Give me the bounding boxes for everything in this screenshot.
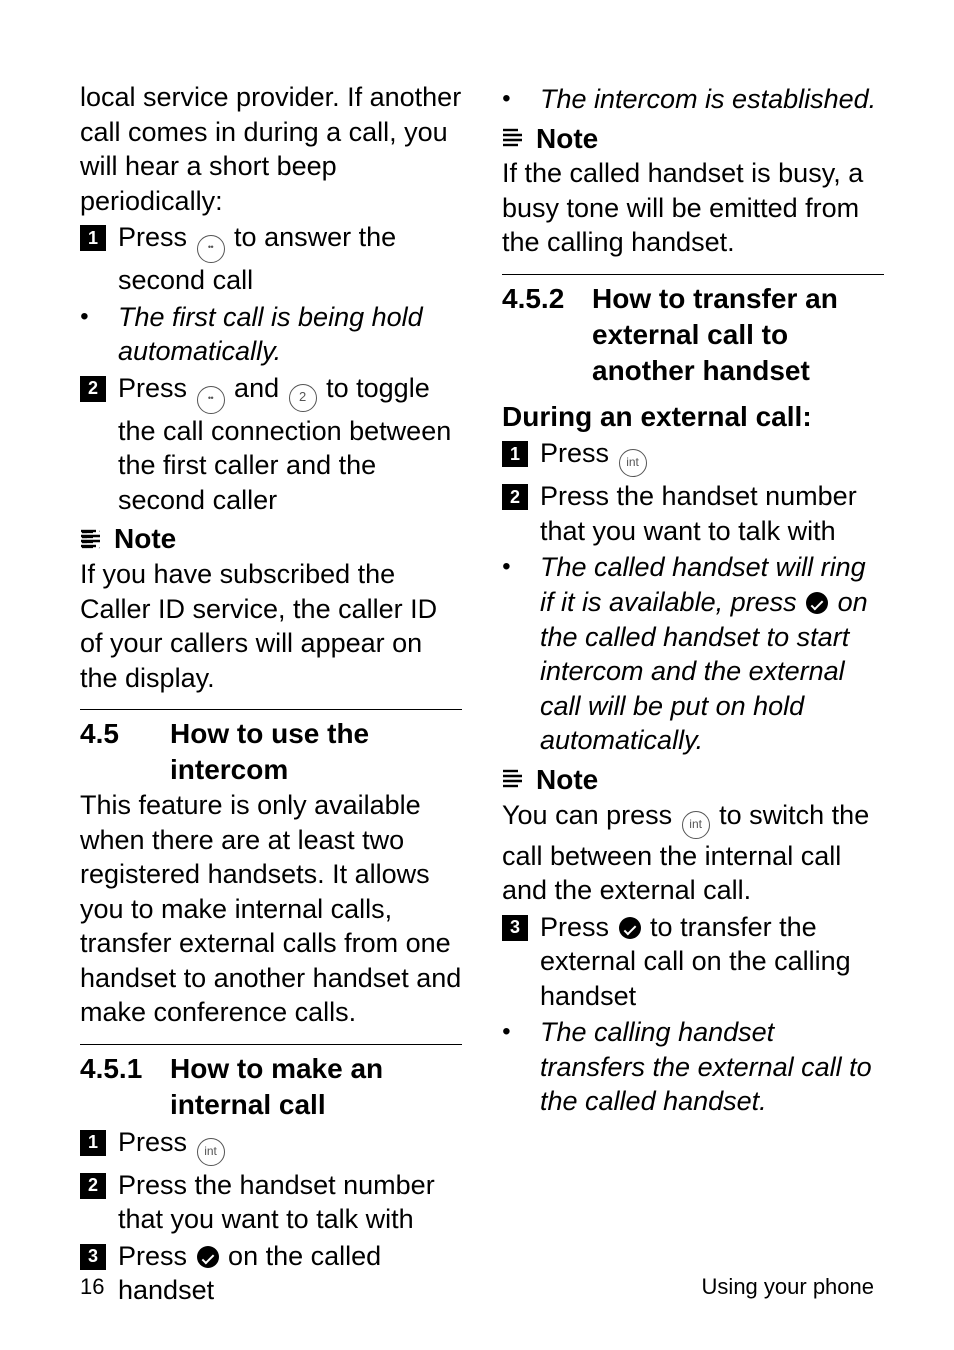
step1-prefix: Press: [118, 222, 195, 252]
section-4-5-1-head: 4.5.1 How to make an internal call: [80, 1051, 462, 1123]
section-4-5-head: 4.5 How to use the intercom: [80, 716, 462, 788]
s451-2-text: Press the handset number that you want t…: [118, 1168, 462, 1237]
note2-prefix: You can press: [502, 800, 680, 830]
s451-1-prefix: Press: [118, 1127, 195, 1157]
step2-mid: and: [234, 373, 287, 403]
step2-prefix: Press: [118, 373, 195, 403]
footer-section: Using your phone: [702, 1274, 874, 1300]
int-key-icon: int: [682, 811, 710, 839]
s451-step-2: 2 Press the handset number that you want…: [80, 1168, 462, 1237]
note-row-r1: Note: [502, 121, 884, 157]
top-bullet-text: The intercom is established.: [540, 82, 884, 117]
divider: [502, 274, 884, 275]
left-step-1: 1 Press •• to answer the second call: [80, 220, 462, 298]
bullet1-text: The first call is being hold automatical…: [118, 300, 462, 369]
r-key-icon: ••: [197, 235, 225, 263]
during-subhead: During an external call:: [502, 399, 884, 435]
left-bullet-1: • The first call is being hold automatic…: [80, 300, 462, 369]
r-blast-text: The calling handset transfers the extern…: [540, 1015, 884, 1119]
r-key-icon: ••: [197, 386, 225, 414]
int-key-icon: int: [619, 449, 647, 477]
step-badge-1: 1: [80, 1130, 106, 1156]
int-key-icon: int: [197, 1138, 225, 1166]
divider: [80, 1044, 462, 1045]
note-label-r2: Note: [536, 762, 598, 798]
talk-key-icon: [806, 592, 828, 614]
step-badge-3: 3: [80, 1244, 106, 1270]
talk-key-icon: [197, 1246, 219, 1268]
talk-key-icon: [619, 917, 641, 939]
page-number: 16: [80, 1274, 104, 1300]
r-step-3: 3 Press to transfer the external call on…: [502, 910, 884, 1014]
sec452-title: How to transfer an external call to anot…: [592, 281, 884, 388]
r-bullet-1: • The called handset will ring if it is …: [502, 550, 884, 757]
left-step-2: 2 Press •• and 2 to toggle the call conn…: [80, 371, 462, 518]
note-icon: [502, 128, 528, 149]
divider: [80, 709, 462, 710]
sec45-body: This feature is only available when ther…: [80, 788, 462, 1030]
intro-text: local service provider. If another call …: [80, 80, 462, 218]
note-row: Note: [80, 521, 462, 557]
r-s2-text: Press the handset number that you want t…: [540, 479, 884, 548]
step-badge-3: 3: [502, 915, 528, 941]
r-s3-prefix: Press: [540, 912, 617, 942]
r-step-2: 2 Press the handset number that you want…: [502, 479, 884, 548]
section-4-5-2-head: 4.5.2 How to transfer an external call t…: [502, 281, 884, 388]
right-top-bullet: • The intercom is established.: [502, 82, 884, 117]
step-badge-1: 1: [80, 225, 106, 251]
sec451-title: How to make an internal call: [170, 1051, 462, 1123]
note-label: Note: [114, 521, 176, 557]
note-row-r2: Note: [502, 762, 884, 798]
s451-step-1: 1 Press int: [80, 1125, 462, 1166]
r-s1-prefix: Press: [540, 438, 617, 468]
note2-body: You can press int to switch the call bet…: [502, 798, 884, 908]
note-body: If you have subscribed the Caller ID ser…: [80, 557, 462, 695]
r-bullet-last: • The calling handset transfers the exte…: [502, 1015, 884, 1119]
sec45-num: 4.5: [80, 716, 170, 788]
step-badge-1: 1: [502, 441, 528, 467]
sec452-num: 4.5.2: [502, 281, 592, 388]
note-icon: [502, 769, 528, 790]
sec45-title: How to use the intercom: [170, 716, 462, 788]
note-body-r1: If the called handset is busy, a busy to…: [502, 156, 884, 260]
note-icon: [80, 529, 106, 550]
sec451-num: 4.5.1: [80, 1051, 170, 1123]
two-key-icon: 2: [289, 384, 317, 412]
s451-3-prefix: Press: [118, 1241, 195, 1271]
step-badge-2: 2: [80, 1173, 106, 1199]
step-badge-2: 2: [80, 376, 106, 402]
step-badge-2: 2: [502, 484, 528, 510]
r-step-1: 1 Press int: [502, 436, 884, 477]
note-label-r1: Note: [536, 121, 598, 157]
